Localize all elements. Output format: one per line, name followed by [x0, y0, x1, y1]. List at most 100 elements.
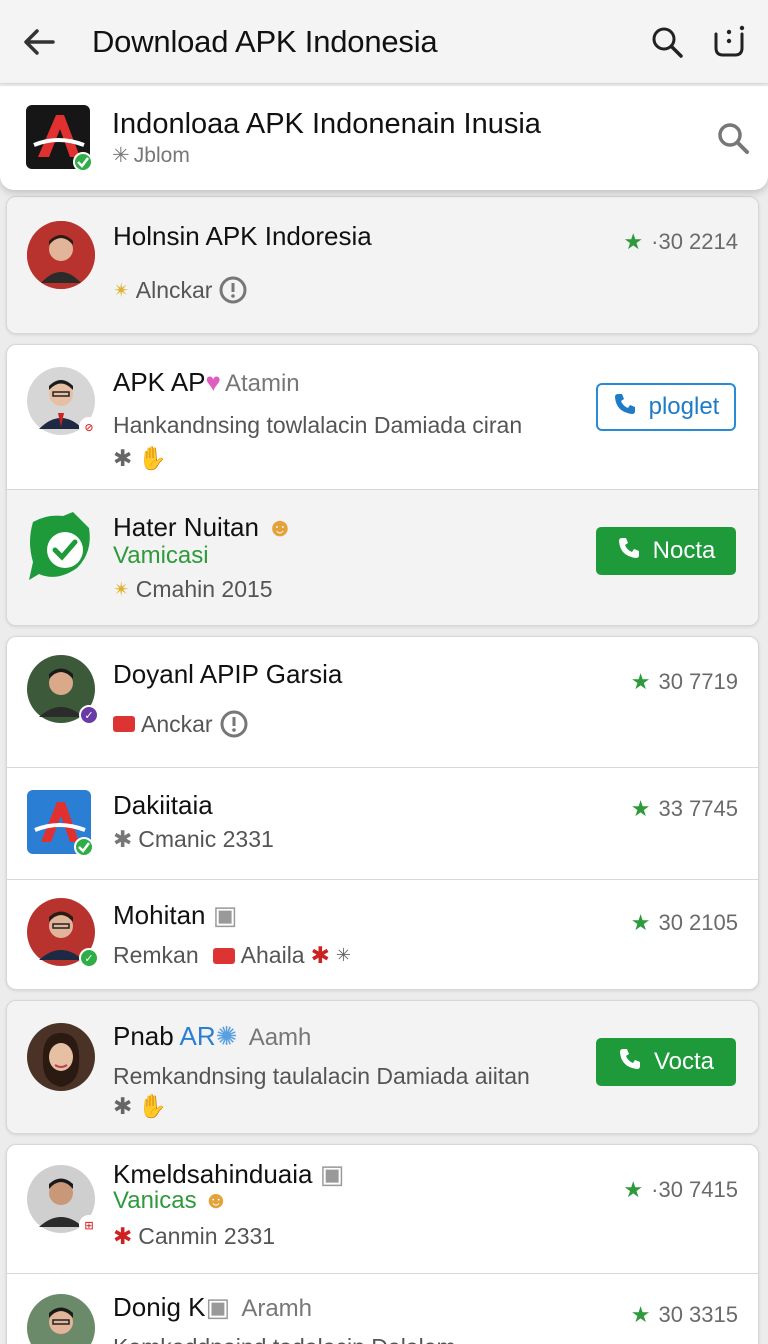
mic-icon: ▣	[319, 1159, 345, 1189]
verified-badge-icon: ✓	[79, 705, 99, 725]
search-icon	[652, 27, 683, 58]
back-arrow-icon	[24, 28, 55, 55]
item-description: Kemkaddnaind tadalacin Dalalem	[113, 1334, 456, 1344]
item-rating: ★ ·30 2214	[623, 229, 738, 254]
phone-icon	[613, 392, 637, 423]
item-title: Kmeldsahinduaia ▣	[113, 1159, 345, 1189]
item-tag: Vamicasi	[113, 542, 209, 569]
sparkle-icon: ✱	[113, 1093, 133, 1119]
item-subtitle: ✴ Cmahin 2015	[113, 576, 273, 602]
list-item[interactable]: ⊘ APK AP♥ Atamin Hankandnsing towlalacin …	[7, 345, 758, 489]
item-rating: ★ 30 7719	[630, 669, 738, 694]
tag-icon	[212, 947, 235, 964]
sparkle-icon: ✱	[113, 826, 133, 852]
star-icon: ✴	[113, 579, 130, 601]
item-reactions: ✱ ✋	[113, 445, 167, 472]
item-description: Remkandnsing taulalacin Damiada aiitan	[113, 1063, 530, 1089]
avatar: ⊞	[27, 1165, 99, 1235]
item-subtitle: Remkan Ahaila ✱ ✳	[113, 942, 351, 968]
avatar	[27, 1294, 95, 1344]
mic-icon: ▣	[212, 900, 238, 930]
item-subtitle: ✱ Cmanic 2331	[113, 826, 274, 852]
star-icon: ★	[623, 1177, 644, 1202]
header-title: Indonloaa APK Indonenain Inusia	[112, 108, 541, 140]
face-emoji-icon: ☻	[266, 512, 294, 542]
item-subtitle: Anckar	[113, 709, 249, 739]
item-subtitle: ✴ Alnckar	[113, 275, 248, 305]
back-button[interactable]	[0, 0, 78, 84]
page-title: Download APK Indonesia	[92, 23, 438, 59]
mic-icon: ▣	[205, 1292, 231, 1322]
call-button[interactable]: ploglet	[596, 383, 736, 431]
header-subtitle: ✳ Jblom	[112, 144, 190, 167]
share-icon	[714, 25, 745, 56]
item-rating: ★ 30 2105	[630, 910, 738, 935]
tag-icon	[113, 716, 135, 732]
header-search-button[interactable]	[698, 120, 768, 156]
app-logo-icon	[26, 105, 92, 171]
list-item[interactable]: Holnsin APK Indoresia ✴ Alnckar ★ ·30 22…	[7, 197, 758, 333]
search-icon	[718, 123, 749, 154]
list-card: Holnsin APK Indoresia ✴ Alnckar ★ ·30 22…	[6, 196, 759, 334]
app-bar: Download APK Indonesia	[0, 0, 768, 84]
more-options-button[interactable]	[698, 0, 760, 84]
item-subtitle: ✱ Canmin 2331	[113, 1223, 276, 1249]
list-item[interactable]: Donig K▣ Aramh Kemkaddnaind tadalacin Da…	[7, 1273, 758, 1344]
hand-icon: ✋	[138, 445, 167, 471]
item-title: Doyanl APIP Garsia	[113, 659, 343, 689]
star-icon: ★	[630, 910, 651, 935]
blocked-badge-icon: ⊘	[79, 417, 99, 437]
search-button[interactable]	[636, 0, 698, 84]
list-card: Pnab AR✺ Aamh Remkandnsing taulalacin Da…	[6, 1000, 759, 1134]
gear-icon: ✺	[215, 1021, 238, 1051]
avatar: ✓	[27, 655, 99, 725]
flag-badge-icon: ⊞	[79, 1215, 99, 1235]
item-rating: ★ 30 3315	[630, 1302, 738, 1327]
app-header-card[interactable]: Indonloaa APK Indonenain Inusia ✳ Jblom	[0, 86, 768, 190]
star-icon: ★	[623, 229, 644, 254]
hand-icon: ✋	[138, 1093, 167, 1119]
item-title: Hater Nuitan ☻	[113, 512, 294, 542]
item-rating: ★ 33 7745	[630, 796, 738, 821]
item-title: Pnab AR✺ Aamh	[113, 1021, 312, 1051]
list-item[interactable]: ✓ Mohitan ▣ Remkan Ahaila ✱ ✳ ★ 30 2105	[7, 879, 758, 989]
list-card: ⊘ APK AP♥ Atamin Hankandnsing towlalacin …	[6, 344, 759, 626]
flower-icon: ✱	[113, 1223, 133, 1249]
list-item[interactable]: Hater Nuitan ☻ Vamicasi ✴ Cmahin 2015 No…	[7, 489, 758, 625]
app-logo	[27, 790, 95, 858]
sparkle-icon: ✱	[113, 445, 133, 471]
comment-icon	[219, 276, 247, 304]
comment-icon	[220, 710, 248, 738]
avatar: ⊘	[27, 367, 99, 437]
item-description: Hankandnsing towlalacin Damiada ciran	[113, 412, 523, 438]
phone-icon	[618, 1047, 642, 1078]
list-card: ⊞ Kmeldsahinduaia ▣ Vanicas ☻ ✱ Canmin 2…	[6, 1144, 759, 1344]
sparkle-icon: ✳	[335, 945, 351, 965]
avatar: ✓	[27, 898, 99, 968]
item-title: APK AP♥ Atamin	[113, 367, 300, 397]
item-reactions: ✱ ✋	[113, 1093, 167, 1120]
star-icon: ✴	[113, 279, 130, 302]
phone-icon	[617, 536, 641, 567]
list-item[interactable]: ⊞ Kmeldsahinduaia ▣ Vanicas ☻ ✱ Canmin 2…	[7, 1145, 758, 1273]
item-tag: Vanicas ☻	[113, 1187, 229, 1214]
heart-icon: ♥	[205, 367, 221, 397]
verified-badge-icon: ✓	[79, 948, 99, 968]
face-emoji-icon: ☻	[203, 1187, 229, 1214]
item-title: Mohitan ▣	[113, 900, 238, 930]
item-rating: ★ ·30 7415	[623, 1177, 738, 1202]
star-icon: ★	[630, 1302, 651, 1327]
call-button[interactable]: Nocta	[596, 527, 736, 575]
list-card: ✓ Doyanl APIP Garsia Anckar ★ 30 7719 Da…	[6, 636, 759, 990]
item-title: Holnsin APK Indoresia	[113, 221, 372, 251]
list-item[interactable]: Dakiitaia ✱ Cmanic 2331 ★ 33 7745	[7, 767, 758, 879]
list-item[interactable]: Pnab AR✺ Aamh Remkandnsing taulalacin Da…	[7, 1001, 758, 1133]
call-button[interactable]: Vocta	[596, 1038, 736, 1086]
avatar	[27, 221, 95, 289]
flower-icon: ✱	[310, 942, 330, 968]
star-icon: ★	[630, 796, 651, 821]
avatar	[27, 1023, 95, 1091]
app-logo	[27, 512, 95, 580]
list-item[interactable]: ✓ Doyanl APIP Garsia Anckar ★ 30 7719	[7, 637, 758, 767]
star-icon: ★	[630, 669, 651, 694]
